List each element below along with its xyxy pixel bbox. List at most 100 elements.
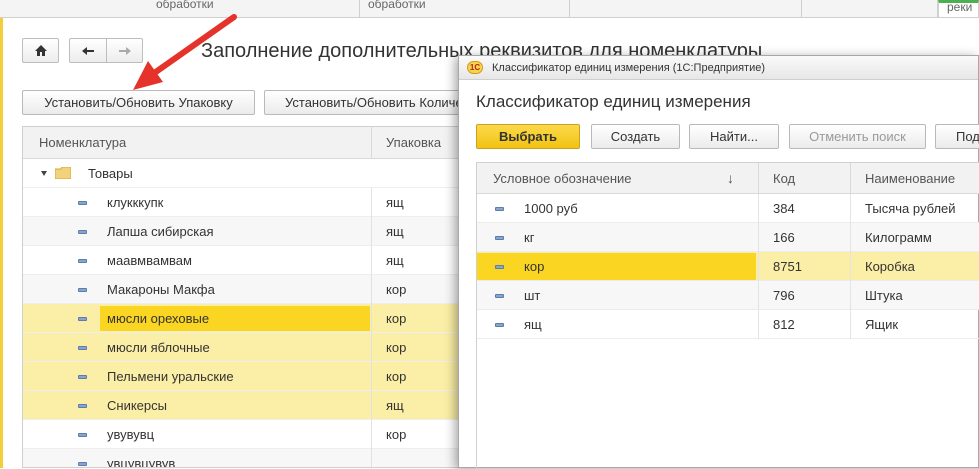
cell-nomenclature[interactable]: мюсли ореховые [107,304,209,333]
set-pack-button[interactable]: Установить/Обновить Упаковку [22,90,255,115]
select-button[interactable]: Выбрать [476,124,580,149]
open-forms-tabstrip: обработки обработки реки [0,0,979,18]
cell-code[interactable]: 8751 [773,252,802,281]
app-logo-icon: 1С [467,61,483,74]
item-icon [78,201,87,205]
column-divider [758,163,759,194]
more-button[interactable]: Под [935,124,979,149]
tab-processing-2[interactable]: обработки [360,0,570,17]
table-row[interactable]: мюсли ореховые кор [23,304,458,333]
cell-symbol[interactable]: ящ [524,310,542,339]
column-divider [758,252,759,281]
cell-pack[interactable]: кор [386,304,406,333]
table-row[interactable]: увувувц кор [23,420,458,449]
column-nomenclature[interactable]: Номенклатура [39,127,126,159]
item-icon [495,265,504,269]
table-row[interactable]: мюсли яблочные кор [23,333,458,362]
table-row[interactable]: Макароны Макфа кор [23,275,458,304]
table-row[interactable]: маавмвамвам ящ [23,246,458,275]
column-code[interactable]: Код [773,163,795,194]
item-icon [78,288,87,292]
arrow-left-icon [82,46,94,55]
column-divider [758,223,759,252]
cell-pack[interactable]: ящ [386,188,404,217]
units-table-row[interactable]: 1000 руб 384 Тысяча рублей [477,194,979,223]
table-row[interactable]: Лапша сибирская ящ [23,217,458,246]
dialog-title: Классификатор единиц измерения [476,92,751,111]
units-table-row[interactable]: кор 8751 Коробка [477,252,979,281]
cell-symbol[interactable]: кг [524,223,534,252]
cell-pack[interactable]: ящ [386,217,404,246]
back-button[interactable] [69,38,106,63]
cell-name[interactable]: Килограмм [865,223,932,252]
tab-empty-2[interactable] [802,0,938,17]
column-divider [758,281,759,310]
cell-pack[interactable]: кор [386,362,406,391]
cell-nomenclature[interactable]: Макароны Макфа [107,275,215,304]
cell-name[interactable]: Штука [865,281,903,310]
column-divider [371,246,372,275]
nomenclature-table[interactable]: Номенклатура Упаковка Товары клукккупк ящ… [22,126,459,468]
column-divider [850,163,851,194]
table-row[interactable]: увцувцувув [23,449,458,467]
cell-code[interactable]: 796 [773,281,795,310]
cell-symbol[interactable]: кор [524,252,544,281]
cell-nomenclature[interactable]: Лапша сибирская [107,217,214,246]
set-quantity-button[interactable]: Установить/Обновить Количество [264,90,464,115]
table-row[interactable]: Пельмени уральские кор [23,362,458,391]
forward-button[interactable] [106,38,143,63]
column-symbol[interactable]: Условное обозначение [493,163,632,194]
column-divider [758,310,759,339]
table-row[interactable]: Сникерсы ящ [23,391,458,420]
create-button[interactable]: Создать [591,124,680,149]
column-divider [371,188,372,217]
cell-code[interactable]: 384 [773,194,795,223]
column-divider [850,194,851,223]
column-divider [371,333,372,362]
group-row[interactable]: Товары [23,159,458,188]
tab-empty[interactable] [570,0,802,17]
cell-nomenclature[interactable]: клукккупк [107,188,163,217]
column-divider [371,217,372,246]
column-name[interactable]: Наименование [865,163,955,194]
home-button[interactable] [22,38,59,63]
cell-nomenclature[interactable]: маавмвамвам [107,246,192,275]
tab-active[interactable]: реки [938,0,979,17]
cell-nomenclature[interactable]: увувувц [107,420,154,449]
cell-code[interactable]: 166 [773,223,795,252]
cell-pack[interactable]: кор [386,333,406,362]
units-table-row[interactable]: шт 796 Штука [477,281,979,310]
item-icon [495,294,504,298]
units-classifier-dialog: 1С Классификатор единиц измерения (1С:Пр… [458,55,979,469]
cell-pack[interactable]: ящ [386,391,404,420]
column-divider [371,304,372,333]
units-table[interactable]: Условное обозначение ↓ Код Наименование … [476,162,979,469]
cell-nomenclature[interactable]: Пельмени уральские [107,362,234,391]
cell-nomenclature[interactable]: Сникерсы [107,391,167,420]
home-icon [34,45,47,56]
item-icon [78,462,87,466]
tab-processing-1[interactable]: обработки [148,0,360,17]
cell-nomenclature[interactable]: мюсли яблочные [107,333,210,362]
cancel-search-button[interactable]: Отменить поиск [789,124,926,149]
cell-symbol[interactable]: шт [524,281,540,310]
cell-name[interactable]: Коробка [865,252,915,281]
item-icon [495,207,504,211]
cell-code[interactable]: 812 [773,310,795,339]
cell-pack[interactable]: кор [386,420,406,449]
column-pack[interactable]: Упаковка [386,127,441,159]
units-table-row[interactable]: кг 166 Килограмм [477,223,979,252]
expand-triangle-icon[interactable] [41,171,47,176]
cell-symbol[interactable]: 1000 руб [524,194,578,223]
cell-nomenclature[interactable]: увцувцувув [107,449,175,467]
sort-arrow-icon[interactable]: ↓ [727,163,734,194]
cell-pack[interactable]: кор [386,275,406,304]
table-row[interactable]: клукккупк ящ [23,188,458,217]
units-table-row[interactable]: ящ 812 Ящик [477,310,979,339]
current-cell-highlight [477,253,756,280]
column-divider [371,420,372,449]
cell-name[interactable]: Тысяча рублей [865,194,956,223]
find-button[interactable]: Найти... [689,124,779,149]
cell-name[interactable]: Ящик [865,310,898,339]
cell-pack[interactable]: ящ [386,246,404,275]
